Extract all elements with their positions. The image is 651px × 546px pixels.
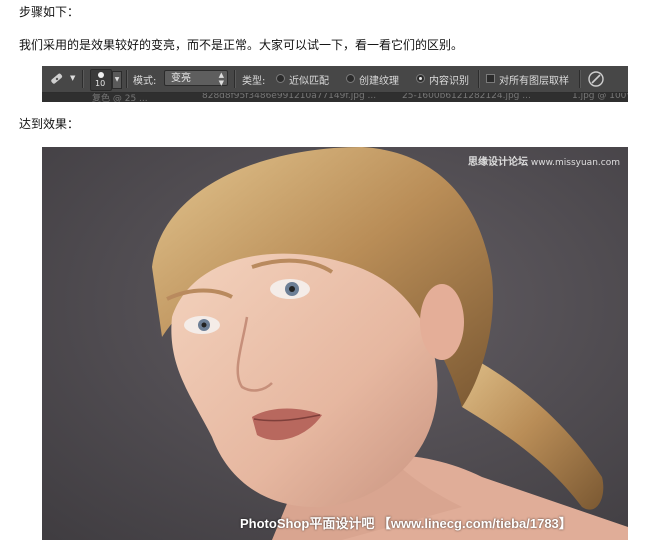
sample-all-layers-label[interactable]: 对所有图层取样 — [499, 72, 569, 87]
document-tab[interactable]: 复色 @ 25 ... — [92, 93, 148, 102]
radio-content-aware[interactable] — [416, 74, 425, 83]
result-heading: 达到效果： — [19, 117, 80, 131]
pressure-size-icon[interactable] — [587, 70, 605, 88]
select-arrows-icon: ▲ ▼ — [218, 71, 224, 87]
document-tab[interactable]: 1.jpg @ 100% (... — [572, 93, 628, 101]
brush-size-dropdown-icon[interactable]: ▼ — [112, 71, 122, 89]
document-tab[interactable]: 828d8f95f3486e991210a77149f.jpg ... — [202, 93, 376, 101]
document-tabs: 复色 @ 25 ... 828d8f95f3486e991210a77149f.… — [42, 93, 628, 102]
radio-create-texture[interactable] — [346, 74, 355, 83]
sample-all-layers-checkbox[interactable] — [486, 74, 495, 83]
step-heading: 步骤如下： — [19, 5, 80, 19]
result-photo: 思缘设计论坛 www.missyuan.com PhotoShop平面设计吧 【… — [42, 147, 628, 540]
watermark-top-url: www.missyuan.com — [530, 158, 620, 168]
mode-label: 模式: — [133, 76, 157, 87]
photoshop-options-bar: ▼ 10 ▼ 模式: 变亮 ▲ ▼ 类型: 近似匹配 创建纹理 内容识别 对所有图… — [42, 66, 628, 102]
brush-size-value: 10 — [95, 79, 106, 88]
options-row: ▼ 10 ▼ 模式: 变亮 ▲ ▼ 类型: 近似匹配 创建纹理 内容识别 对所有图… — [42, 66, 628, 93]
radio-create-texture-label[interactable]: 创建纹理 — [359, 72, 399, 87]
radio-proximity-match[interactable] — [276, 74, 285, 83]
brush-size-picker[interactable]: 10 — [90, 69, 112, 91]
radio-proximity-match-label[interactable]: 近似匹配 — [289, 72, 329, 87]
radio-content-aware-label[interactable]: 内容识别 — [429, 72, 469, 87]
watermark-bottom: PhotoShop平面设计吧 【www.linecg.com/tieba/178… — [240, 516, 572, 531]
watermark-top: 思缘设计论坛 www.missyuan.com — [468, 153, 620, 168]
intro-paragraph: 我们采用的是效果较好的变亮，而不是正常。大家可以试一下，看一看它们的区别。 — [19, 38, 464, 52]
document-tab[interactable]: 25-1600b6121282124.jpg ... — [402, 93, 531, 101]
healing-brush-icon[interactable] — [48, 71, 66, 87]
type-label: 类型: — [242, 76, 266, 87]
tool-preset-dropdown-icon[interactable]: ▼ — [70, 74, 75, 82]
watermark-top-cn: 思缘设计论坛 — [468, 157, 529, 168]
mode-select[interactable]: 变亮 ▲ ▼ — [164, 70, 228, 87]
portrait-illustration — [42, 147, 628, 540]
mode-value: 变亮 — [171, 73, 191, 84]
brush-tip-icon — [98, 72, 104, 78]
